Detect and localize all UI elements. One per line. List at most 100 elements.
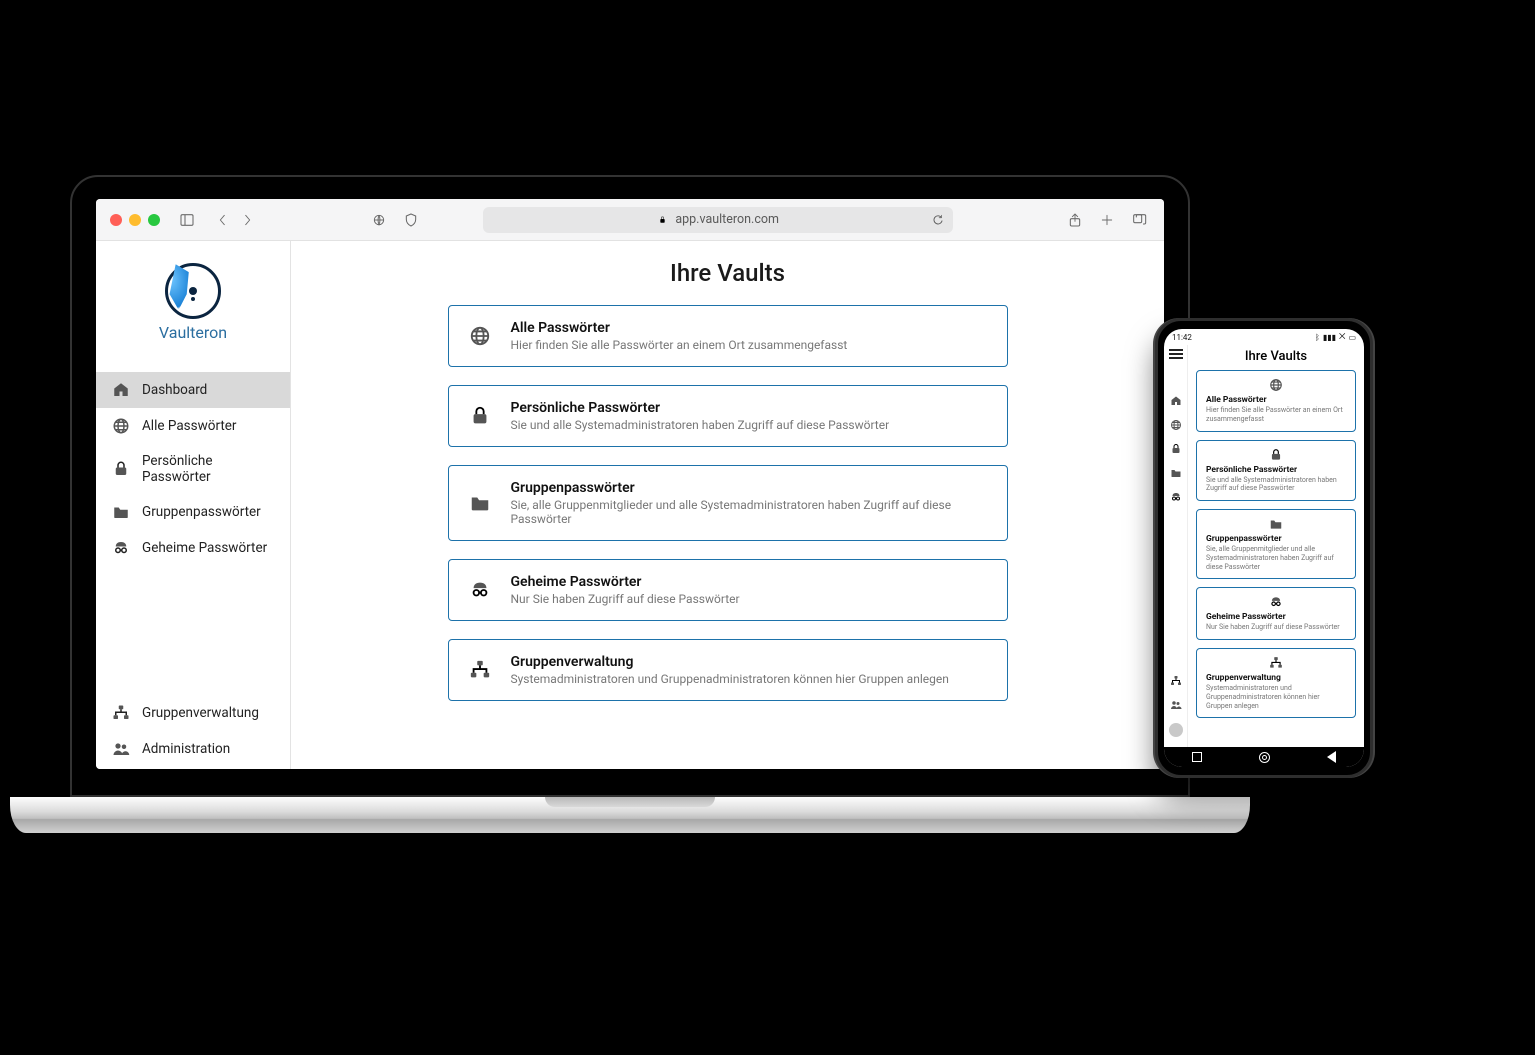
org-icon	[1206, 656, 1346, 670]
window-zoom-icon[interactable]	[148, 214, 160, 226]
phone-status-bar: 11:42 ᛒ ▮▮▮ ⨉ ▭	[1164, 329, 1364, 345]
sidebar-toggle-button[interactable]	[176, 209, 198, 231]
vault-card-group-passwords[interactable]: Gruppenpasswörter Sie, alle Gruppenmitgl…	[1196, 509, 1356, 579]
site-settings-button[interactable]	[368, 209, 390, 231]
lock-icon	[1206, 448, 1346, 462]
sidebar-item-group-passwords[interactable]: Gruppenpasswörter	[96, 494, 290, 530]
vault-card-desc: Hier finden Sie alle Passwörter an einem…	[511, 338, 848, 352]
main-content: Ihre Vaults Alle Passwörter Hier finden …	[291, 241, 1164, 769]
sidebar-item-group-management[interactable]: Gruppenverwaltung	[96, 695, 290, 731]
home-button[interactable]	[1259, 752, 1270, 763]
sidebar-item-personal-passwords[interactable]: Persönliche Passwörter	[96, 444, 290, 494]
nav-forward-button[interactable]	[236, 209, 258, 231]
vault-card-group-management[interactable]: Gruppenverwaltung Systemadministratoren …	[1196, 648, 1356, 718]
avatar[interactable]	[1169, 723, 1183, 737]
tabs-overview-button[interactable]	[1128, 209, 1150, 231]
android-nav-bar	[1164, 747, 1364, 767]
recent-apps-button[interactable]	[1192, 752, 1202, 762]
privacy-shield-button[interactable]	[400, 209, 422, 231]
globe-icon	[467, 323, 493, 349]
sidebar-item-label: Dashboard	[142, 382, 207, 398]
vault-card-title: Gruppenverwaltung	[511, 654, 949, 670]
lock-icon	[112, 460, 130, 478]
window-minimize-icon[interactable]	[129, 214, 141, 226]
home-icon[interactable]	[1170, 395, 1182, 407]
vault-card-title: Gruppenpasswörter	[511, 480, 989, 496]
phone-screen: 11:42 ᛒ ▮▮▮ ⨉ ▭ Ihre Vaul	[1164, 329, 1364, 767]
window-controls[interactable]	[110, 214, 160, 226]
nav-back-button[interactable]	[212, 209, 234, 231]
vault-card-secret-passwords[interactable]: Geheime Passwörter Nur Sie haben Zugriff…	[448, 559, 1008, 621]
vault-card-desc: Systemadministratoren und Gruppenadminis…	[1206, 684, 1346, 710]
vault-card-group-passwords[interactable]: Gruppenpasswörter Sie, alle Gruppenmitgl…	[448, 465, 1008, 541]
phone-main: Ihre Vaults Alle Passwörter Hier finden …	[1188, 345, 1364, 747]
sidebar-item-label: Persönliche Passwörter	[142, 453, 274, 485]
vault-card-all-passwords[interactable]: Alle Passwörter Hier finden Sie alle Pas…	[448, 305, 1008, 367]
vault-card-title: Alle Passwörter	[1206, 395, 1346, 405]
users-icon	[112, 740, 130, 758]
battery-icon: ▭	[1348, 333, 1356, 342]
vault-card-desc: Sie und alle Systemadministratoren haben…	[1206, 476, 1346, 494]
laptop-base	[10, 797, 1250, 833]
folder-icon	[467, 490, 493, 516]
lock-icon[interactable]	[1170, 443, 1182, 455]
vault-card-title: Persönliche Passwörter	[511, 400, 890, 416]
status-time: 11:42	[1172, 333, 1192, 342]
sidebar-item-dashboard[interactable]: Dashboard	[96, 372, 290, 408]
vault-card-group-management[interactable]: Gruppenverwaltung Systemadministratoren …	[448, 639, 1008, 701]
share-button[interactable]	[1064, 209, 1086, 231]
sidebar-item-secret-passwords[interactable]: Geheime Passwörter	[96, 530, 290, 566]
org-icon	[112, 704, 130, 722]
globe-icon[interactable]	[1170, 419, 1182, 431]
vault-card-personal-passwords[interactable]: Persönliche Passwörter Sie und alle Syst…	[1196, 440, 1356, 502]
sidebar-item-all-passwords[interactable]: Alle Passwörter	[96, 408, 290, 444]
folder-icon[interactable]	[1170, 467, 1182, 479]
vault-card-personal-passwords[interactable]: Persönliche Passwörter Sie und alle Syst…	[448, 385, 1008, 447]
vault-card-desc: Sie, alle Gruppenmitglieder und alle Sys…	[1206, 545, 1346, 571]
vault-card-title: Alle Passwörter	[511, 320, 848, 336]
vault-card-desc: Nur Sie haben Zugriff auf diese Passwört…	[511, 592, 740, 606]
phone-mockup: 11:42 ᛒ ▮▮▮ ⨉ ▭ Ihre Vaul	[1155, 318, 1373, 778]
logo-icon	[165, 263, 221, 319]
sidebar-item-label: Geheime Passwörter	[142, 540, 267, 556]
incognito-icon	[112, 539, 130, 557]
folder-icon	[112, 503, 130, 521]
address-bar[interactable]: app.vaulteron.com	[483, 207, 953, 233]
vault-card-title: Geheime Passwörter	[511, 574, 740, 590]
sidebar-nav: Dashboard Alle Passwörter Persönliche Pa…	[96, 372, 290, 566]
phone-nav-rail	[1164, 345, 1188, 747]
vault-card-title: Geheime Passwörter	[1206, 612, 1346, 622]
incognito-icon	[467, 577, 493, 603]
phone-app: Ihre Vaults Alle Passwörter Hier finden …	[1164, 345, 1364, 747]
status-indicators: ᛒ ▮▮▮ ⨉ ▭	[1315, 332, 1356, 342]
brand-logo: Vaulteron	[96, 241, 290, 354]
window-close-icon[interactable]	[110, 214, 122, 226]
sidebar: Vaulteron Dashboard Alle Passwörter	[96, 241, 291, 769]
vault-card-title: Gruppenpasswörter	[1206, 534, 1346, 544]
laptop-notch	[545, 797, 715, 807]
incognito-icon[interactable]	[1170, 491, 1182, 503]
globe-icon	[1206, 378, 1346, 392]
vault-card-desc: Systemadministratoren und Gruppenadminis…	[511, 672, 949, 686]
url-text: app.vaulteron.com	[675, 212, 779, 227]
vault-card-title: Gruppenverwaltung	[1206, 673, 1346, 683]
browser-toolbar: app.vaulteron.com	[96, 199, 1164, 241]
org-icon[interactable]	[1170, 675, 1182, 687]
vault-card-desc: Nur Sie haben Zugriff auf diese Passwört…	[1206, 623, 1346, 632]
wifi-icon: ⨉	[1339, 332, 1345, 342]
folder-icon	[1206, 517, 1346, 531]
bluetooth-icon: ᛒ	[1315, 333, 1320, 342]
vault-card-secret-passwords[interactable]: Geheime Passwörter Nur Sie haben Zugriff…	[1196, 587, 1356, 640]
page-title: Ihre Vaults	[1196, 349, 1356, 364]
new-tab-button[interactable]	[1096, 209, 1118, 231]
org-icon	[467, 657, 493, 683]
reload-icon[interactable]	[931, 213, 945, 227]
sidebar-item-label: Gruppenverwaltung	[142, 705, 259, 721]
back-button[interactable]	[1327, 751, 1336, 763]
sidebar-item-administration[interactable]: Administration	[96, 731, 290, 767]
laptop-bezel: app.vaulteron.com V	[70, 175, 1190, 797]
hamburger-icon[interactable]	[1169, 353, 1183, 355]
incognito-icon	[1206, 595, 1346, 609]
vault-card-all-passwords[interactable]: Alle Passwörter Hier finden Sie alle Pas…	[1196, 370, 1356, 432]
users-icon[interactable]	[1170, 699, 1182, 711]
